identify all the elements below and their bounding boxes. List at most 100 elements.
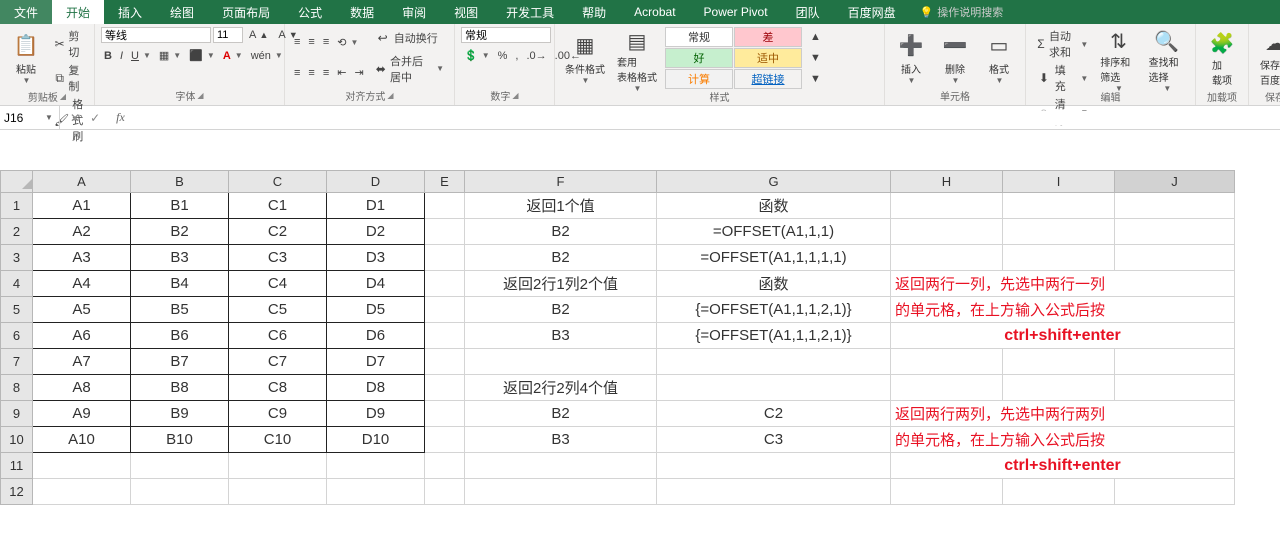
cell-I2[interactable] bbox=[1003, 219, 1115, 245]
cell-C8[interactable]: C8 bbox=[229, 375, 327, 401]
col-C[interactable]: C bbox=[229, 171, 327, 193]
cell-A8[interactable]: A8 bbox=[33, 375, 131, 401]
cell-J3[interactable] bbox=[1115, 245, 1235, 271]
cell-E12[interactable] bbox=[425, 479, 465, 505]
cell-F7[interactable] bbox=[465, 349, 657, 375]
cell-I3[interactable] bbox=[1003, 245, 1115, 271]
select-all-corner[interactable] bbox=[1, 171, 33, 193]
tab-home[interactable]: 开始 bbox=[52, 0, 104, 24]
cell-E6[interactable] bbox=[425, 323, 465, 349]
bold-button[interactable]: B bbox=[101, 47, 115, 64]
font-family-select[interactable] bbox=[101, 27, 211, 43]
cell-E7[interactable] bbox=[425, 349, 465, 375]
cell-C6[interactable]: C6 bbox=[229, 323, 327, 349]
cell-F8[interactable]: 返回2行2列4个值 bbox=[465, 375, 657, 401]
cell-E4[interactable] bbox=[425, 271, 465, 297]
cell-A3[interactable]: A3 bbox=[33, 245, 131, 271]
cell-E9[interactable] bbox=[425, 401, 465, 427]
cell-H7[interactable] bbox=[891, 349, 1003, 375]
gallery-down-button[interactable]: ▼ bbox=[806, 51, 825, 65]
name-box[interactable]: ▼ bbox=[0, 106, 60, 129]
number-format-select[interactable] bbox=[461, 27, 551, 43]
tab-devtools[interactable]: 开发工具 bbox=[492, 0, 568, 24]
cell-G10[interactable]: C3 bbox=[657, 427, 891, 453]
cell-G9[interactable]: C2 bbox=[657, 401, 891, 427]
cell-E5[interactable] bbox=[425, 297, 465, 323]
cell-D6[interactable]: D6 bbox=[327, 323, 425, 349]
cell-E1[interactable] bbox=[425, 193, 465, 219]
cell-G12[interactable] bbox=[657, 479, 891, 505]
percent-button[interactable]: % bbox=[495, 47, 511, 64]
insert-function-button[interactable]: fx bbox=[110, 110, 131, 125]
row-5[interactable]: 5 bbox=[1, 297, 33, 323]
col-I[interactable]: I bbox=[1003, 171, 1115, 193]
row-10[interactable]: 10 bbox=[1, 427, 33, 453]
cell-B8[interactable]: B8 bbox=[131, 375, 229, 401]
cell-B7[interactable]: B7 bbox=[131, 349, 229, 375]
alignment-launcher-icon[interactable]: ◢ bbox=[387, 91, 393, 100]
cell-B6[interactable]: B6 bbox=[131, 323, 229, 349]
note1-line3[interactable]: ctrl+shift+enter bbox=[891, 323, 1235, 349]
cell-C7[interactable]: C7 bbox=[229, 349, 327, 375]
increase-font-button[interactable]: A▲ bbox=[245, 28, 272, 42]
col-B[interactable]: B bbox=[131, 171, 229, 193]
inc-decimal-button[interactable]: .0→ bbox=[523, 47, 549, 64]
font-size-select[interactable] bbox=[213, 27, 243, 43]
sort-filter-button[interactable]: ⇅排序和筛选▼ bbox=[1096, 27, 1140, 89]
cell-A2[interactable]: A2 bbox=[33, 219, 131, 245]
cell-G4[interactable]: 函数 bbox=[657, 271, 891, 297]
cell-D8[interactable]: D8 bbox=[327, 375, 425, 401]
tab-data[interactable]: 数据 bbox=[336, 0, 388, 24]
align-top-button[interactable]: ≡ bbox=[291, 34, 303, 51]
baidu-save-button[interactable]: ☁保存到 百度网 bbox=[1255, 27, 1280, 89]
delete-cells-button[interactable]: ➖删除▼ bbox=[935, 27, 975, 88]
cell-F4[interactable]: 返回2行1列2个值 bbox=[465, 271, 657, 297]
cut-button[interactable]: ✂剪切 bbox=[50, 27, 88, 61]
cell-G6[interactable]: {=OFFSET(A1,1,1,2,1)} bbox=[657, 323, 891, 349]
align-right-button[interactable]: ≡ bbox=[320, 64, 332, 81]
cell-E3[interactable] bbox=[425, 245, 465, 271]
cell-I1[interactable] bbox=[1003, 193, 1115, 219]
cell-G11[interactable] bbox=[657, 453, 891, 479]
cell-G3[interactable]: =OFFSET(A1,1,1,1,1) bbox=[657, 245, 891, 271]
cell-E2[interactable] bbox=[425, 219, 465, 245]
cell-B4[interactable]: B4 bbox=[131, 271, 229, 297]
row-12[interactable]: 12 bbox=[1, 479, 33, 505]
cell-F10[interactable]: B3 bbox=[465, 427, 657, 453]
cell-B5[interactable]: B5 bbox=[131, 297, 229, 323]
cell-B12[interactable] bbox=[131, 479, 229, 505]
align-left-button[interactable]: ≡ bbox=[291, 64, 303, 81]
cell-D7[interactable]: D7 bbox=[327, 349, 425, 375]
cell-C3[interactable]: C3 bbox=[229, 245, 327, 271]
font-launcher-icon[interactable]: ◢ bbox=[197, 91, 203, 100]
cell-G7[interactable] bbox=[657, 349, 891, 375]
cell-A9[interactable]: A9 bbox=[33, 401, 131, 427]
fill-color-button[interactable]: ⬛▼ bbox=[186, 47, 218, 64]
sheet-area[interactable]: A B C D E F G H I J 1 A1 B1 C1 D1 返回1个值 … bbox=[0, 170, 1280, 542]
cell-C9[interactable]: C9 bbox=[229, 401, 327, 427]
cell-styles-gallery[interactable]: 常规 差 好 适中 计算 超链接 bbox=[665, 27, 802, 89]
find-select-button[interactable]: 🔍查找和选择▼ bbox=[1145, 27, 1189, 89]
cell-H3[interactable] bbox=[891, 245, 1003, 271]
col-D[interactable]: D bbox=[327, 171, 425, 193]
currency-button[interactable]: 💲▼ bbox=[461, 47, 493, 64]
note2-line1[interactable]: 返回两行两列，先选中两行两列 bbox=[891, 401, 1235, 427]
tab-insert[interactable]: 插入 bbox=[104, 0, 156, 24]
tab-powerpivot[interactable]: Power Pivot bbox=[690, 0, 782, 24]
enter-formula-button[interactable]: ✓ bbox=[86, 111, 104, 125]
cell-G8[interactable] bbox=[657, 375, 891, 401]
merge-center-button[interactable]: ⬌合并后居中▼ bbox=[371, 52, 448, 86]
font-color-button[interactable]: A▼ bbox=[220, 47, 246, 64]
indent-inc-button[interactable]: ⇥ bbox=[351, 64, 366, 81]
row-3[interactable]: 3 bbox=[1, 245, 33, 271]
tab-review[interactable]: 审阅 bbox=[388, 0, 440, 24]
cell-G5[interactable]: {=OFFSET(A1,1,1,2,1)} bbox=[657, 297, 891, 323]
cell-J1[interactable] bbox=[1115, 193, 1235, 219]
note2-line2[interactable]: 的单元格，在上方输入公式后按 bbox=[891, 427, 1235, 453]
align-bottom-button[interactable]: ≡ bbox=[320, 34, 332, 51]
cell-D12[interactable] bbox=[327, 479, 425, 505]
cell-D4[interactable]: D4 bbox=[327, 271, 425, 297]
name-box-input[interactable] bbox=[4, 111, 44, 125]
note2-line3[interactable]: ctrl+shift+enter bbox=[891, 453, 1235, 479]
wrap-text-button[interactable]: ↩自动换行 bbox=[371, 29, 448, 47]
